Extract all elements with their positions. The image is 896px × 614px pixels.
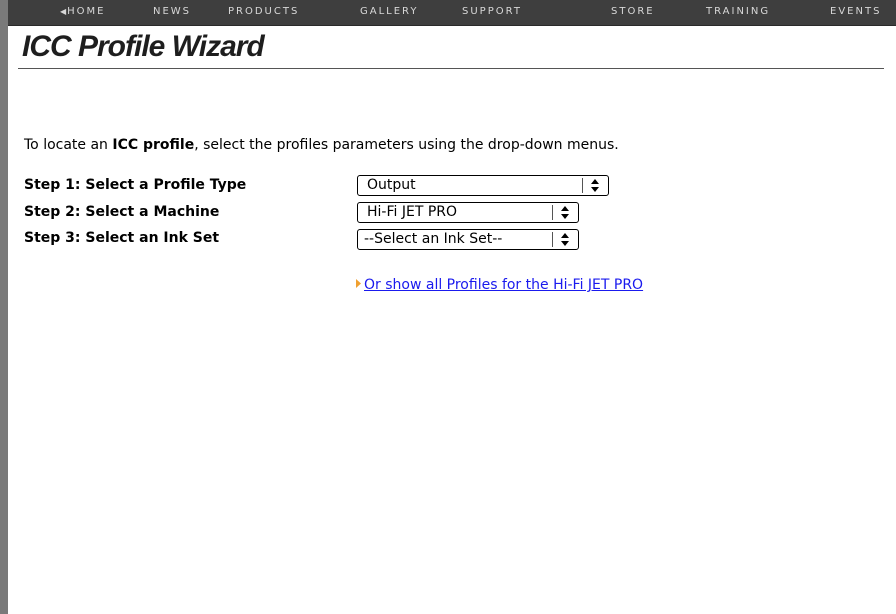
up-down-arrows-icon — [561, 206, 569, 219]
page-title: ICC Profile Wizard — [22, 30, 265, 63]
ink-set-value: --Select an Ink Set-- — [364, 231, 503, 247]
title-divider — [18, 68, 884, 69]
machine-select[interactable]: Hi-Fi JET PRO — [357, 202, 579, 223]
nav-support[interactable]: SUPPORT — [462, 6, 522, 18]
nav-home[interactable]: ◀HOME — [60, 6, 106, 18]
nav-news[interactable]: NEWS — [153, 6, 191, 18]
show-all-profiles: Or show all Profiles for the Hi-Fi JET P… — [356, 275, 643, 294]
select-divider — [552, 205, 553, 220]
nav-products[interactable]: PRODUCTS — [228, 6, 299, 18]
select-divider — [582, 178, 583, 193]
nav-events[interactable]: EVENTS — [830, 6, 881, 18]
ink-set-select[interactable]: --Select an Ink Set-- — [357, 229, 579, 250]
up-down-arrows-icon — [561, 233, 569, 246]
select-divider — [552, 232, 553, 247]
step1-label: Step 1: Select a Profile Type — [24, 177, 247, 193]
intro-text: To locate an ICC profile, select the pro… — [24, 137, 619, 153]
profile-type-value: Output — [367, 177, 416, 193]
show-all-profiles-link[interactable]: Or show all Profiles for the Hi-Fi JET P… — [364, 277, 643, 293]
top-nav-bar: ◀HOME NEWS PRODUCTS GALLERY SUPPORT STOR… — [8, 0, 896, 26]
step3-label: Step 3: Select an Ink Set — [24, 230, 220, 246]
orange-arrow-icon — [356, 279, 361, 288]
step2-label: Step 2: Select a Machine — [24, 204, 220, 220]
up-down-arrows-icon — [591, 179, 599, 192]
nav-store[interactable]: STORE — [611, 6, 655, 18]
left-border — [0, 0, 8, 614]
machine-value: Hi-Fi JET PRO — [367, 204, 458, 220]
profile-type-select[interactable]: Output — [357, 175, 609, 196]
nav-gallery[interactable]: GALLERY — [360, 6, 418, 18]
nav-training[interactable]: TRAINING — [706, 6, 770, 18]
back-arrow-icon: ◀ — [60, 7, 67, 16]
